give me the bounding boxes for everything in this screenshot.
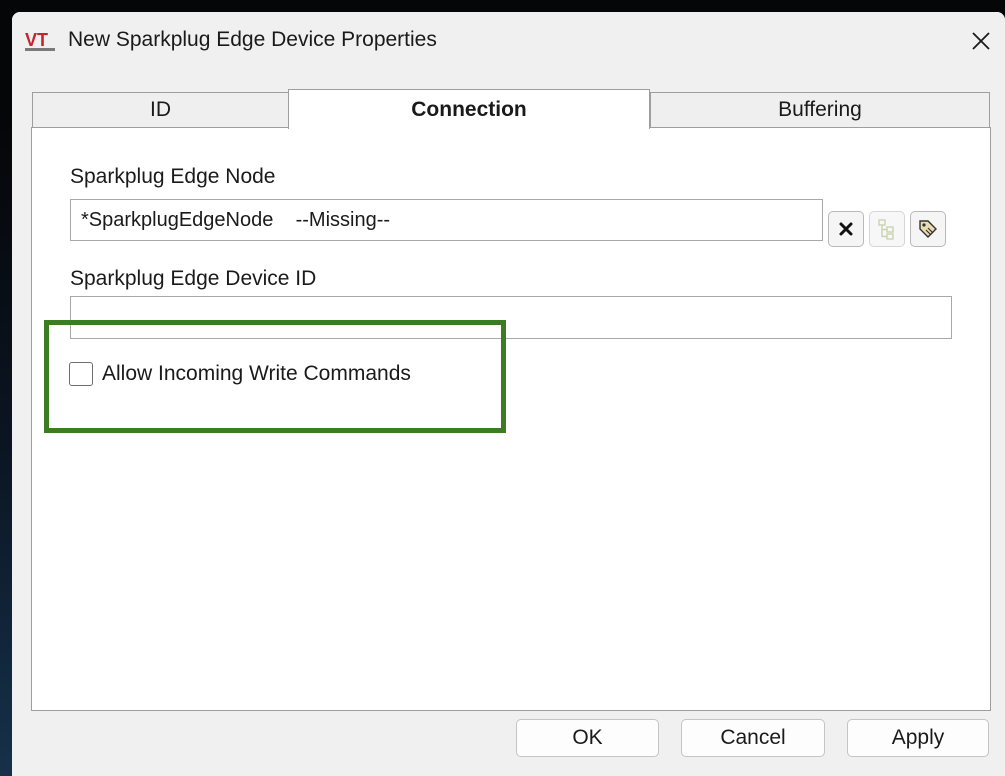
close-button[interactable] <box>962 22 1000 60</box>
tab-connection-label: Connection <box>411 97 527 121</box>
ok-button[interactable]: OK <box>516 719 659 757</box>
cancel-button[interactable]: Cancel <box>681 719 825 757</box>
allow-write-checkbox[interactable] <box>69 362 93 386</box>
window-title: New Sparkplug Edge Device Properties <box>68 28 437 51</box>
apply-button[interactable]: Apply <box>847 719 989 757</box>
cancel-button-label: Cancel <box>720 726 786 749</box>
clear-icon <box>839 222 853 236</box>
tab-buffering-label: Buffering <box>778 98 862 121</box>
edge-node-properties-button[interactable] <box>910 211 946 247</box>
clear-edge-node-button[interactable] <box>828 211 864 247</box>
tag-properties-icon <box>919 220 937 238</box>
device-id-label: Sparkplug Edge Device ID <box>70 267 317 290</box>
browse-edge-node-button[interactable] <box>869 211 905 247</box>
tab-id[interactable]: ID <box>32 92 289 128</box>
tab-connection[interactable]: Connection <box>288 89 650 129</box>
tab-buffering[interactable]: Buffering <box>650 92 990 128</box>
allow-write-label[interactable]: Allow Incoming Write Commands <box>102 362 411 386</box>
vtscada-logo-icon: VT <box>25 30 55 51</box>
tab-id-label: ID <box>150 98 171 121</box>
properties-dialog: VT New Sparkplug Edge Device Properties … <box>12 12 1005 776</box>
close-icon <box>972 32 990 50</box>
device-id-field[interactable] <box>70 296 952 339</box>
apply-button-label: Apply <box>891 726 945 749</box>
svg-text:VT: VT <box>25 30 48 50</box>
ok-button-label: OK <box>572 726 603 749</box>
edge-node-label: Sparkplug Edge Node <box>70 165 276 188</box>
title-bar: VT New Sparkplug Edge Device Properties <box>12 12 1005 70</box>
edge-node-field[interactable]: *SparkplugEdgeNode --Missing-- <box>70 199 823 241</box>
tag-browser-icon <box>878 219 894 240</box>
